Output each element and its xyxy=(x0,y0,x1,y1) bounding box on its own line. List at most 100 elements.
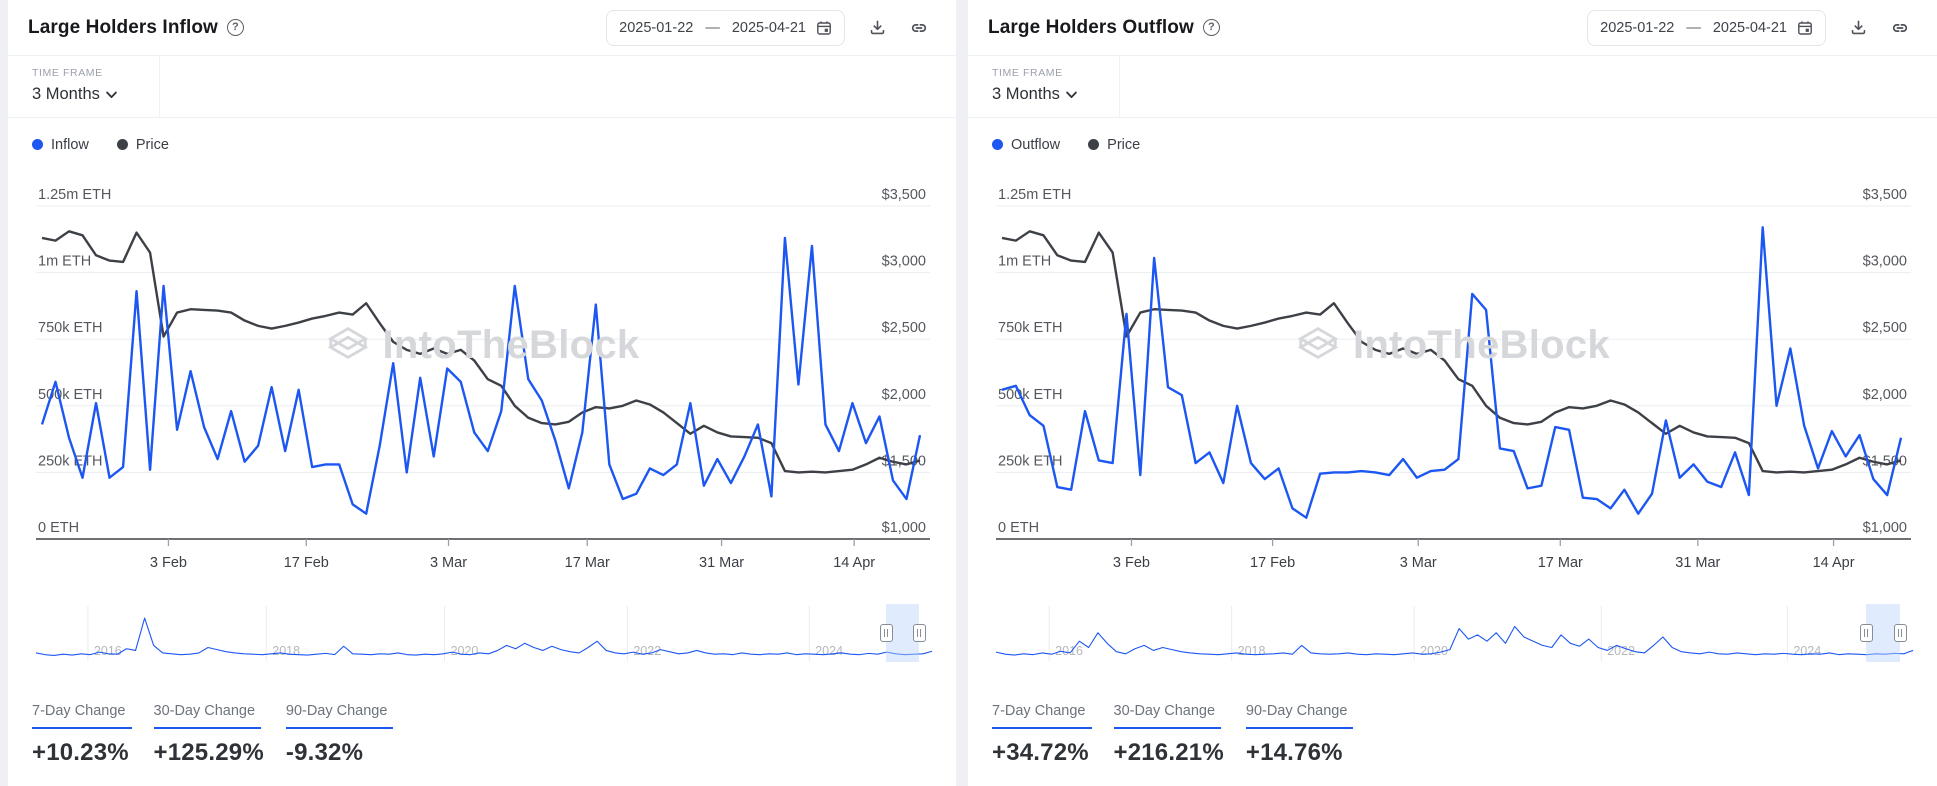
page-title: Large Holders Inflow xyxy=(28,17,218,39)
svg-text:2018: 2018 xyxy=(1238,644,1266,658)
stat-30-day: 30-Day Change +216.21% xyxy=(1114,702,1224,767)
svg-text:$2,500: $2,500 xyxy=(1863,320,1907,336)
svg-text:17 Feb: 17 Feb xyxy=(1250,555,1295,571)
svg-text:500k ETH: 500k ETH xyxy=(38,387,102,403)
history-mini-chart[interactable]: 20162018202020222024 xyxy=(8,604,956,664)
date-range-start: 2025-01-22 xyxy=(619,20,693,36)
date-range-end: 2025-04-21 xyxy=(732,20,806,36)
svg-text:$1,000: $1,000 xyxy=(882,520,926,536)
date-range-separator: — xyxy=(705,20,720,36)
svg-text:14 Apr: 14 Apr xyxy=(833,555,875,571)
outflow-chart-area: 1.25m ETH$3,5001m ETH$3,000750k ETH$2,50… xyxy=(968,154,1937,584)
history-mini-chart[interactable]: 20162018202020222024 xyxy=(968,604,1937,664)
legend-label: Outflow xyxy=(1011,137,1060,153)
svg-text:$2,000: $2,000 xyxy=(882,387,926,403)
time-frame-label: TIME FRAME xyxy=(992,67,1119,79)
svg-text:31 Mar: 31 Mar xyxy=(1675,555,1720,571)
link-icon xyxy=(910,19,928,37)
svg-text:$1,000: $1,000 xyxy=(1863,520,1907,536)
legend-item-price[interactable]: Price xyxy=(117,137,169,153)
stat-label: 7-Day Change xyxy=(992,703,1092,729)
calendar-icon xyxy=(816,20,832,36)
help-icon[interactable]: ? xyxy=(1203,19,1220,36)
svg-text:1m ETH: 1m ETH xyxy=(38,254,91,270)
panel-large-holders-inflow: Large Holders Inflow ? 2025-01-22 — 2025… xyxy=(8,0,956,786)
date-range-start: 2025-01-22 xyxy=(1600,20,1674,36)
svg-text:$3,000: $3,000 xyxy=(882,254,926,270)
legend-item-inflow[interactable]: Inflow xyxy=(32,137,89,153)
help-icon[interactable]: ? xyxy=(227,19,244,36)
legend-item-outflow[interactable]: Outflow xyxy=(992,137,1060,153)
download-button[interactable] xyxy=(869,19,886,36)
legend-label: Inflow xyxy=(51,137,89,153)
history-brush-area: 20162018202020222024 xyxy=(8,604,956,664)
calendar-icon xyxy=(1797,20,1813,36)
stat-value: -9.32% xyxy=(286,739,394,767)
chart-legend: Outflow Price xyxy=(968,118,1937,154)
change-stats: 7-Day Change +34.72% 30-Day Change +216.… xyxy=(968,664,1937,767)
svg-text:3 Mar: 3 Mar xyxy=(1400,555,1437,571)
svg-text:14 Apr: 14 Apr xyxy=(1813,555,1855,571)
inflow-chart[interactable]: 1.25m ETH $3,500 1m ETH $3,000 750k ETH $2,50… xyxy=(8,154,956,584)
svg-text:1m ETH: 1m ETH xyxy=(998,254,1051,270)
stat-label: 90-Day Change xyxy=(1246,703,1354,729)
brush-handle-right[interactable] xyxy=(913,624,926,642)
svg-text:2024: 2024 xyxy=(815,644,843,658)
link-icon xyxy=(1891,19,1909,37)
download-button[interactable] xyxy=(1850,19,1867,36)
chevron-down-icon xyxy=(1066,85,1077,104)
title-wrap: Large Holders Outflow ? xyxy=(988,17,1220,39)
stat-value: +14.76% xyxy=(1246,739,1354,767)
legend-dot-price xyxy=(117,139,128,150)
svg-text:0 ETH: 0 ETH xyxy=(998,520,1039,536)
svg-text:$2,500: $2,500 xyxy=(882,320,926,336)
grip-vertical-icon xyxy=(1898,629,1902,637)
download-icon xyxy=(1850,19,1867,36)
change-stats: 7-Day Change +10.23% 30-Day Change +125.… xyxy=(8,664,956,767)
svg-text:2016: 2016 xyxy=(1055,644,1083,658)
legend-item-price[interactable]: Price xyxy=(1088,137,1140,153)
svg-text:17 Mar: 17 Mar xyxy=(565,555,610,571)
stat-7-day: 7-Day Change +10.23% xyxy=(32,702,132,767)
stat-value: +34.72% xyxy=(992,739,1092,767)
date-range-end: 2025-04-21 xyxy=(1713,20,1787,36)
brush-handle-left[interactable] xyxy=(1860,624,1873,642)
svg-text:750k ETH: 750k ETH xyxy=(38,320,102,336)
svg-text:250k ETH: 250k ETH xyxy=(38,453,102,469)
panel-divider xyxy=(956,0,968,786)
svg-text:750k ETH: 750k ETH xyxy=(998,320,1062,336)
svg-text:3 Feb: 3 Feb xyxy=(150,555,187,571)
time-frame-dropdown[interactable]: TIME FRAME 3 Months xyxy=(968,56,1120,117)
grip-vertical-icon xyxy=(884,629,888,637)
svg-text:17 Feb: 17 Feb xyxy=(284,555,329,571)
svg-text:2024: 2024 xyxy=(1793,644,1821,658)
date-range-picker[interactable]: 2025-01-22 — 2025-04-21 xyxy=(1587,10,1826,46)
share-link-button[interactable] xyxy=(1891,19,1909,37)
svg-text:$3,500: $3,500 xyxy=(882,187,926,203)
svg-text:3 Mar: 3 Mar xyxy=(430,555,467,571)
stat-30-day: 30-Day Change +125.29% xyxy=(154,702,264,767)
stat-label: 90-Day Change xyxy=(286,703,394,729)
stat-90-day: 90-Day Change +14.76% xyxy=(1246,702,1354,767)
download-icon xyxy=(869,19,886,36)
svg-text:$3,000: $3,000 xyxy=(1863,254,1907,270)
brush-handle-left[interactable] xyxy=(880,624,893,642)
page-title: Large Holders Outflow xyxy=(988,17,1194,39)
legend-dot-outflow xyxy=(992,139,1003,150)
time-frame-dropdown[interactable]: TIME FRAME 3 Months xyxy=(8,56,160,117)
legend-dot-inflow xyxy=(32,139,43,150)
share-link-button[interactable] xyxy=(910,19,928,37)
stat-value: +125.29% xyxy=(154,739,264,767)
svg-text:1.25m ETH: 1.25m ETH xyxy=(38,187,111,203)
stat-value: +10.23% xyxy=(32,739,132,767)
outflow-chart[interactable]: 1.25m ETH$3,5001m ETH$3,000750k ETH$2,50… xyxy=(968,154,1937,584)
title-wrap: Large Holders Inflow ? xyxy=(28,17,244,39)
grip-vertical-icon xyxy=(1864,629,1868,637)
stat-value: +216.21% xyxy=(1114,739,1224,767)
date-range-picker[interactable]: 2025-01-22 — 2025-04-21 xyxy=(606,10,845,46)
time-frame-value: 3 Months xyxy=(32,85,100,104)
svg-text:1.25m ETH: 1.25m ETH xyxy=(998,187,1071,203)
history-brush-area: 20162018202020222024 xyxy=(968,604,1937,664)
date-range-separator: — xyxy=(1686,20,1701,36)
brush-handle-right[interactable] xyxy=(1894,624,1907,642)
